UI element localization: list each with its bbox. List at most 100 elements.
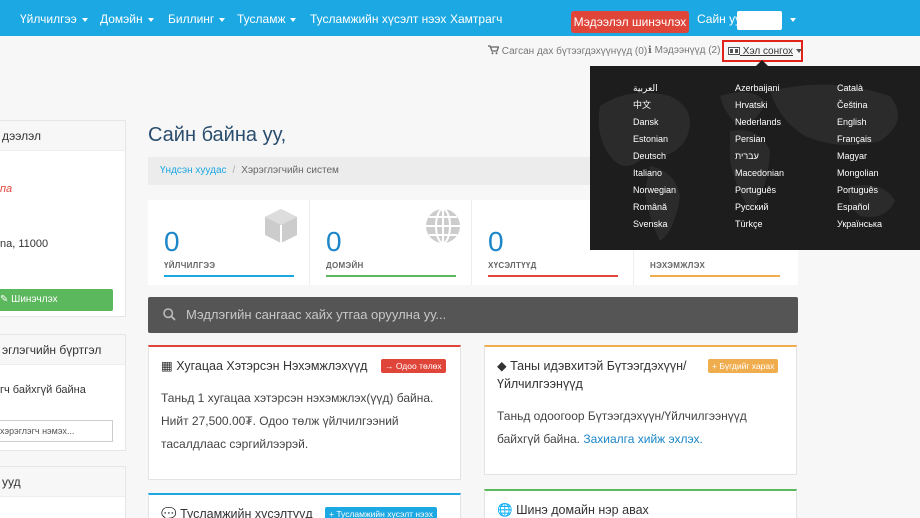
nav-domains-label: Домэйн <box>100 12 143 26</box>
nav-services[interactable]: Үйлчилгээ <box>20 0 88 36</box>
domains-label: ДОМЭЙН <box>326 261 364 270</box>
nav-support[interactable]: Тусламж <box>237 0 297 36</box>
language-option[interactable]: Português <box>837 182 882 199</box>
domains-count: 0 <box>326 226 342 257</box>
cube-icon <box>261 206 301 249</box>
cart-icon <box>488 45 500 55</box>
sidebar-contacts: эглэгчийн бүртгэл гч байхгүй байна хэрэг… <box>0 334 126 451</box>
language-option[interactable]: Deutsch <box>633 148 676 165</box>
info-icon: ℹ <box>648 45 652 56</box>
language-option[interactable]: Українська <box>837 216 882 233</box>
panel-overdue-title: ▦ Хугацаа Хэтэрсэн Нэхэмжлэхүүд <box>161 357 367 375</box>
products-title-text: Үйлчилгээнүүд <box>497 377 583 391</box>
cart-link-label: Сагсан дах бүтээгдэхүүнүүд (0) <box>501 46 648 57</box>
language-column: Azerbaijani Hrvatski Nederlands Persian … <box>735 80 784 233</box>
language-option[interactable]: Persian <box>735 131 784 148</box>
sidebar-info-heading: дээлэл <box>0 121 125 151</box>
breadcrumb-separator: / <box>232 165 236 176</box>
update-details-button[interactable]: ✎ Шинэчлэх <box>0 289 113 311</box>
cart-link[interactable]: Сагсан дах бүтээгдэхүүнүүд (0) <box>488 45 647 57</box>
update-info-button[interactable]: Мэдээлэл шинэчлэх <box>571 11 689 33</box>
comments-icon: 💬 <box>161 507 177 518</box>
sidebar-shortcuts-heading: ууд <box>0 467 125 497</box>
tickets-count: 0 <box>488 226 504 257</box>
calculator-icon: ▦ <box>161 359 173 373</box>
tickets-label: ХҮСЭЛТҮҮД <box>488 261 537 270</box>
nav-open-ticket[interactable]: Тусламжийн хүсэлт нээх <box>310 0 446 36</box>
language-option[interactable]: Italiano <box>633 165 676 182</box>
view-all-label: Бүгдийг харах <box>719 361 775 371</box>
search-icon <box>163 308 176 321</box>
language-option[interactable]: العربية <box>633 80 676 97</box>
open-ticket-button[interactable]: + Тусламжийн хүсэлт нээх <box>325 507 437 518</box>
globe-icon: 🌐 <box>497 503 513 517</box>
language-option[interactable]: Türkçe <box>735 216 784 233</box>
panel-support-tickets: 💬 Тусламжийн хүсэлтүүд + Тусламжийн хүсэ… <box>148 493 461 518</box>
chevron-down-icon[interactable] <box>790 18 796 22</box>
language-option[interactable]: Nederlands <box>735 114 784 131</box>
chevron-down-icon <box>219 17 226 22</box>
language-option[interactable]: Mongolian <box>837 165 882 182</box>
language-option[interactable]: English <box>837 114 882 131</box>
language-option[interactable]: Русский <box>735 199 784 216</box>
view-all-button[interactable]: + Бүгдийг харах <box>708 359 779 373</box>
overdue-title-text: Хугацаа Хэтэрсэн Нэхэмжлэхүүд <box>176 359 368 373</box>
language-option[interactable]: Norwegian <box>633 182 676 199</box>
chevron-down-icon <box>290 17 297 22</box>
kb-search-input[interactable]: Мэдлэгийн сангаас хайх утгаа оруулна уу.… <box>148 297 798 333</box>
language-column: العربية 中文 Dansk Estonian Deutsch Italia… <box>633 80 676 233</box>
language-option[interactable]: Magyar <box>837 148 882 165</box>
language-chooser[interactable]: Хэл сонгох <box>722 40 803 62</box>
nav-domains[interactable]: Домэйн <box>100 0 154 36</box>
language-column: Català Čeština English Français Magyar M… <box>837 80 882 233</box>
sidebar-shortcuts: ууд <box>0 466 126 518</box>
top-navbar: Үйлчилгээ Домэйн Биллинг Тусламж Тусламж… <box>0 0 920 36</box>
add-contact-button[interactable]: хэрэглэгч нэмэх... <box>0 420 113 442</box>
client-name: па <box>0 183 13 195</box>
pencil-icon: ✎ <box>0 294 9 305</box>
language-option[interactable]: Română <box>633 199 676 216</box>
breadcrumb-home[interactable]: Үндсэн хуудас <box>160 165 227 176</box>
nav-affiliates[interactable]: Хамтрагч <box>450 0 502 36</box>
language-option[interactable]: Macedonian <box>735 165 784 182</box>
services-bar <box>164 275 294 277</box>
panel-domain-title: 🌐 Шинэ домайн нэр авах <box>497 501 649 518</box>
language-option[interactable]: Català <box>837 80 882 97</box>
nav-billing[interactable]: Биллинг <box>168 0 226 36</box>
overdue-line: Таньд 1 хугацаа хэтэрсэн нэхэмжлэх(үүд) … <box>161 391 434 405</box>
tile-services[interactable]: 0 ҮЙЛЧИЛГЭЭ <box>148 200 310 285</box>
language-option[interactable]: 中文 <box>633 97 676 114</box>
language-option[interactable]: Dansk <box>633 114 676 131</box>
overdue-line: тасалдлаас сэргийлээрэй. <box>161 437 309 451</box>
language-option[interactable]: Čeština <box>837 97 882 114</box>
panel-products-title: ◆ Таны идэвхитэй Бүтээгдэхүүн/ Үйлчилгээ… <box>497 357 686 393</box>
cube-icon: ◆ <box>497 359 507 373</box>
update-details-label: Шинэчлэх <box>11 294 58 305</box>
notifications-label: Мэдээнүүд (2) <box>654 45 721 56</box>
notifications-link[interactable]: ℹ Мэдээнүүд (2) <box>648 45 720 56</box>
username-redacted <box>737 11 782 30</box>
language-option[interactable]: Azerbaijani <box>735 80 784 97</box>
nav-affiliates-label: Хамтрагч <box>450 12 503 26</box>
language-option[interactable]: Português <box>735 182 784 199</box>
language-option[interactable]: Hrvatski <box>735 97 784 114</box>
domain-title-text: Шинэ домайн нэр авах <box>516 503 649 517</box>
language-option[interactable]: Français <box>837 131 882 148</box>
client-address: na, 11000 <box>0 238 49 250</box>
tile-domains[interactable]: 0 ДОМЭЙН <box>310 200 472 285</box>
pay-now-button[interactable]: → Одоо төлөх <box>381 359 446 373</box>
page-title: Сайн байна уу, <box>148 124 287 146</box>
start-order-link[interactable]: Захиалга хийж эхлэх. <box>583 432 703 446</box>
language-option[interactable]: Español <box>837 199 882 216</box>
language-option[interactable]: Svenska <box>633 216 676 233</box>
products-line: байхгүй байна. <box>497 432 580 446</box>
contacts-empty-text: гч байхгүй байна <box>0 384 86 396</box>
products-line: Таньд одоогоор Бүтээгдэхүүн/Үйлчилгээнүү… <box>497 409 747 423</box>
language-option[interactable]: עברית <box>735 148 784 165</box>
language-option[interactable]: Estonian <box>633 131 676 148</box>
kb-search-placeholder: Мэдлэгийн сангаас хайх утгаа оруулна уу.… <box>186 307 447 322</box>
breadcrumb-current: Хэрэглэгчийн систем <box>241 165 339 176</box>
invoices-label: НЭХЭМЖЛЭХ <box>650 261 706 270</box>
tickets-title-text: Тусламжийн хүсэлтүүд <box>180 507 313 518</box>
add-contact-label: хэрэглэгч нэмэх... <box>0 426 75 436</box>
